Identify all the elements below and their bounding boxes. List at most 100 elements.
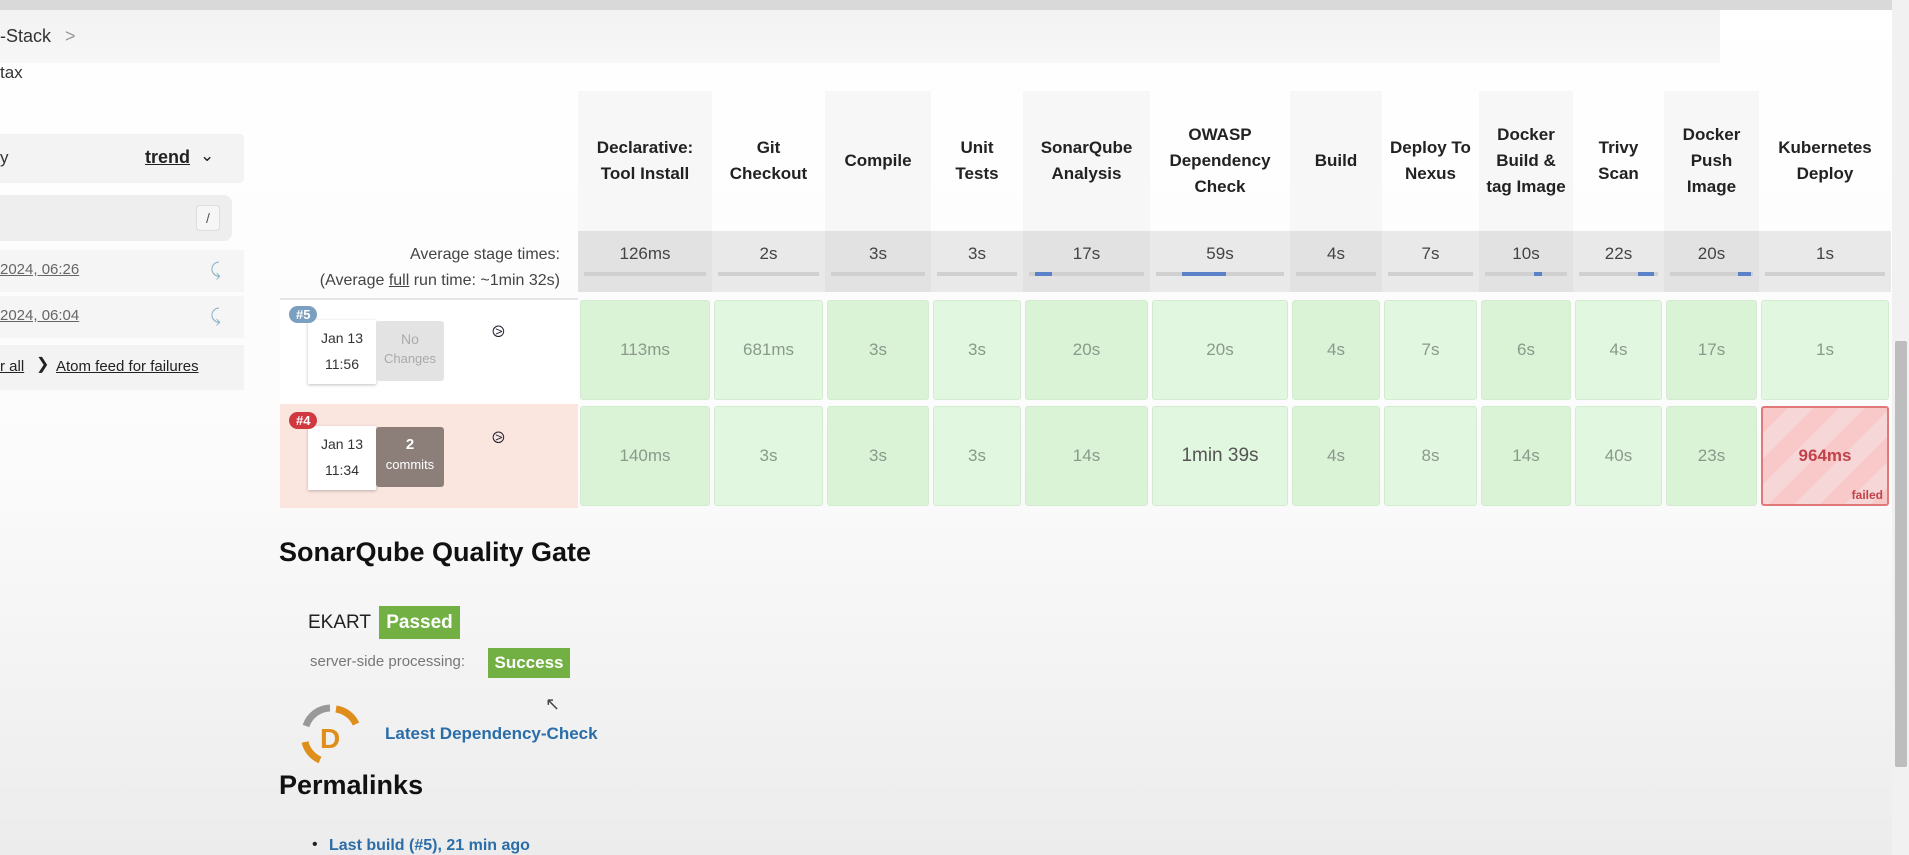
permalink-last-build[interactable]: Last build (#5), 21 min ago bbox=[329, 837, 530, 855]
chevron-down-icon[interactable]: ⌄ bbox=[200, 146, 214, 166]
avg-time-value: 3s bbox=[968, 244, 986, 263]
avg-time-value: 126ms bbox=[619, 244, 671, 263]
atom-feed-failures-link[interactable]: Atom feed for failures bbox=[56, 358, 199, 375]
build-number-badge[interactable]: #5 bbox=[289, 306, 318, 323]
stage-average-time: 20s bbox=[1664, 231, 1759, 292]
build-history-header: y trend ⌄ bbox=[0, 134, 244, 183]
stage-header: Deploy To Nexus bbox=[1382, 91, 1479, 231]
avg-bar-fill bbox=[1034, 272, 1052, 276]
build-date-box[interactable]: Jan 13 11:56 bbox=[308, 320, 376, 384]
stage-cell[interactable]: 6s bbox=[1481, 300, 1571, 400]
stage-header: OWASP Dependency Check bbox=[1150, 91, 1290, 231]
avg-time-value: 17s bbox=[1072, 244, 1101, 263]
stage-average-time: 22s bbox=[1573, 231, 1664, 292]
history-date-link[interactable]: 2024, 06:04 bbox=[0, 307, 79, 324]
stage-average-time: 10s bbox=[1479, 231, 1573, 292]
build-search-input[interactable]: / bbox=[0, 195, 232, 241]
stage-duration: 3s bbox=[968, 340, 986, 359]
quality-gate-status-badge: Passed bbox=[379, 606, 460, 639]
stage-name: Unit Tests bbox=[955, 138, 999, 183]
build-date-box[interactable]: Jan 13 11:34 bbox=[308, 426, 376, 490]
history-row[interactable]: 2024, 06:26 ⤹ bbox=[0, 250, 244, 292]
stage-cell[interactable]: 14s bbox=[1025, 406, 1148, 506]
stage-average-time: 3s bbox=[825, 231, 931, 292]
stage-duration: 3s bbox=[869, 446, 887, 465]
permalinks-heading: Permalinks bbox=[279, 770, 424, 800]
avg-time-value: 2s bbox=[759, 244, 778, 263]
stage-cell[interactable]: 3s bbox=[933, 406, 1021, 506]
stage-cell[interactable]: 20s bbox=[1025, 300, 1148, 400]
stage-cell[interactable]: 1min 39s bbox=[1152, 406, 1288, 506]
download-icon[interactable]: ⧁ bbox=[492, 324, 505, 342]
build-changes[interactable]: No Changes bbox=[376, 321, 444, 381]
avg-time-value: 1s bbox=[1816, 244, 1834, 263]
atom-feed-all-link[interactable]: r all bbox=[0, 358, 24, 375]
stage-cell[interactable]: 8s bbox=[1384, 406, 1477, 506]
avg-time-bar bbox=[1156, 272, 1284, 276]
avg-time-value: 22s bbox=[1604, 244, 1633, 263]
build-time: 11:56 bbox=[325, 356, 359, 372]
stage-cell[interactable]: 3s bbox=[827, 300, 929, 400]
stage-cell[interactable]: 3s bbox=[933, 300, 1021, 400]
stage-cell[interactable]: 3s bbox=[714, 406, 823, 506]
stage-cell[interactable]: 14s bbox=[1481, 406, 1571, 506]
stage-cell[interactable]: 681ms bbox=[714, 300, 823, 400]
atom-feeds: r all ❯ Atom feed for failures bbox=[0, 345, 244, 390]
avg-time-value: 3s bbox=[869, 244, 887, 263]
page-subtitle: tax bbox=[0, 63, 23, 82]
stage-cell[interactable]: 4s bbox=[1292, 300, 1380, 400]
avg-time-bar bbox=[718, 272, 819, 276]
stage-header: Compile bbox=[825, 91, 931, 231]
stage-cell[interactable]: 7s bbox=[1384, 300, 1477, 400]
latest-dependency-check-link[interactable]: Latest Dependency-Check bbox=[385, 724, 598, 744]
stage-header: SonarQube Analysis bbox=[1023, 91, 1150, 231]
full-run-link[interactable]: full bbox=[389, 272, 409, 289]
stage-header: Build bbox=[1290, 91, 1382, 231]
failed-label: failed bbox=[1851, 488, 1883, 502]
avg-time-bar bbox=[1296, 272, 1376, 276]
stage-cell[interactable]: 23s bbox=[1666, 406, 1757, 506]
history-date-link[interactable]: 2024, 06:26 bbox=[0, 261, 79, 278]
build-time: 11:34 bbox=[325, 462, 359, 478]
breadcrumb-item[interactable]: -Stack bbox=[0, 26, 51, 46]
stage-name: Deploy To Nexus bbox=[1390, 138, 1471, 183]
shortcut-key-hint: / bbox=[196, 205, 220, 231]
console-output-icon[interactable]: ⤹ bbox=[210, 260, 221, 281]
stage-duration: 4s bbox=[1327, 446, 1345, 465]
download-icon[interactable]: ⧁ bbox=[492, 430, 505, 448]
stage-cell[interactable]: 4s bbox=[1575, 300, 1662, 400]
sonarqube-heading: SonarQube Quality Gate bbox=[279, 537, 592, 567]
stage-cell[interactable]: 1s bbox=[1761, 300, 1889, 400]
stage-header: Kubernetes Deploy bbox=[1759, 91, 1891, 231]
stage-cell[interactable]: 17s bbox=[1666, 300, 1757, 400]
build-number-badge[interactable]: #4 bbox=[289, 412, 318, 429]
avg-time-bar bbox=[584, 272, 706, 276]
build-changes[interactable]: 2 commits bbox=[376, 427, 444, 487]
console-output-icon[interactable]: ⤹ bbox=[210, 306, 221, 327]
scrollbar-thumb[interactable] bbox=[1895, 341, 1907, 767]
stage-duration: 1s bbox=[1816, 340, 1834, 359]
stage-average-time: 1s bbox=[1759, 231, 1891, 292]
stage-cell[interactable]: 113ms bbox=[580, 300, 710, 400]
stage-duration: 14s bbox=[1512, 446, 1540, 465]
stage-cell[interactable]: 140ms bbox=[580, 406, 710, 506]
stage-cell[interactable]: 4s bbox=[1292, 406, 1380, 506]
stage-cell[interactable]: 20s bbox=[1152, 300, 1288, 400]
avg-time-bar bbox=[1029, 272, 1144, 276]
average-stage-times: Average stage times: (Average full run t… bbox=[280, 242, 560, 294]
stage-cell-failed[interactable]: 964ms failed bbox=[1761, 406, 1889, 506]
stage-duration: 140ms bbox=[619, 446, 671, 465]
changes-line-2: Changes bbox=[383, 351, 437, 366]
stage-cell[interactable]: 3s bbox=[827, 406, 929, 506]
stage-duration: 4s bbox=[1609, 340, 1628, 359]
avg-time-bar bbox=[937, 272, 1017, 276]
stage-header: Declarative: Tool Install bbox=[578, 91, 712, 231]
stage-name: Compile bbox=[844, 151, 912, 170]
history-row[interactable]: 2024, 06:04 ⤹ bbox=[0, 296, 244, 338]
sonar-project-name: EKART bbox=[308, 612, 372, 633]
trend-link[interactable]: trend bbox=[145, 147, 190, 168]
avg-time-value: 20s bbox=[1697, 244, 1726, 263]
avg-time-bar bbox=[1388, 272, 1473, 276]
stage-cell[interactable]: 40s bbox=[1575, 406, 1662, 506]
stage-average-time: 2s bbox=[712, 231, 825, 292]
